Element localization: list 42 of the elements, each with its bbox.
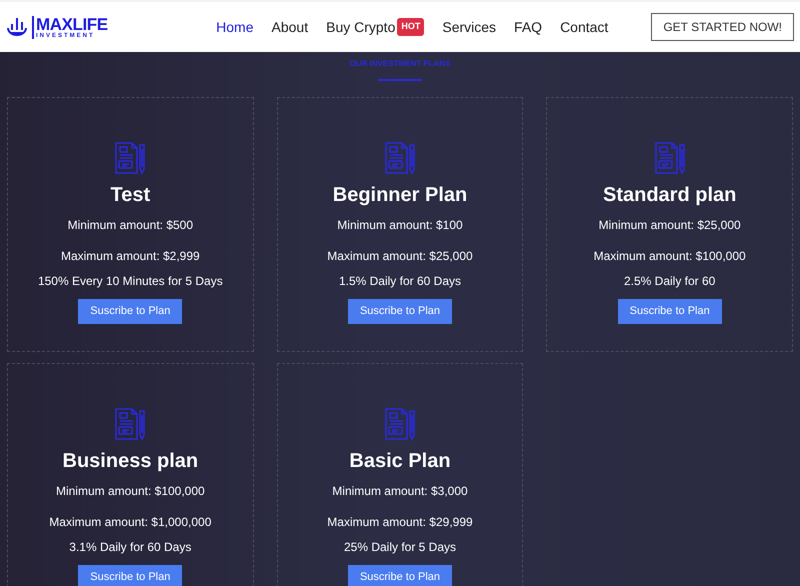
- hot-badge: HOT: [397, 18, 424, 36]
- get-started-button[interactable]: GET STARTED NOW!: [651, 13, 794, 41]
- nav-link[interactable]: Contact: [560, 16, 608, 38]
- logo-wordmark: MAXLIFE: [36, 16, 108, 32]
- nav-link[interactable]: Buy Crypto: [326, 16, 396, 38]
- nav-link[interactable]: Services: [442, 16, 496, 38]
- document-pen-icon: [113, 141, 148, 175]
- max-amount: Maximum amount: $2,999: [60, 248, 200, 265]
- document-pen-icon: [382, 141, 417, 175]
- plan-rate: 1.5% Daily for 60 Days: [338, 273, 462, 290]
- max-amount: Maximum amount: $25,000: [327, 248, 473, 265]
- plan-name: Business plan: [62, 449, 198, 474]
- subscribe-button[interactable]: Suscribe to Plan: [348, 299, 452, 324]
- nav-link[interactable]: About: [272, 16, 308, 38]
- max-amount: Maximum amount: $1,000,000: [49, 514, 212, 531]
- document-pen-icon: [113, 407, 148, 441]
- nav-link[interactable]: Home: [216, 16, 254, 38]
- min-amount: Minimum amount: $500: [68, 217, 194, 234]
- min-amount: Minimum amount: $3,000: [332, 483, 468, 500]
- min-amount: Minimum amount: $100: [337, 217, 463, 234]
- plan-rate: 150% Every 10 Minutes for 5 Days: [38, 273, 223, 290]
- plan-rate: 2.5% Daily for 60: [624, 273, 716, 290]
- subscribe-button[interactable]: Suscribe to Plan: [348, 565, 452, 586]
- document-pen-icon: [652, 141, 687, 175]
- plan-rate: 3.1% Daily for 60 Days: [69, 539, 192, 556]
- title-underline: [378, 79, 422, 81]
- plan-rate: 25% Daily for 5 Days: [344, 539, 456, 556]
- max-amount: Maximum amount: $100,000: [594, 248, 746, 265]
- subscribe-button[interactable]: Suscribe to Plan: [618, 299, 722, 324]
- min-amount: Minimum amount: $25,000: [598, 217, 741, 234]
- plan-name: Beginner Plan: [332, 183, 468, 208]
- logo-icon: [6, 16, 28, 38]
- subscribe-button[interactable]: Suscribe to Plan: [78, 565, 182, 586]
- plan-name: Basic Plan: [349, 449, 451, 474]
- max-amount: Maximum amount: $29,999: [327, 514, 473, 531]
- document-pen-icon: [382, 407, 417, 441]
- plan-name: Standard plan: [602, 183, 736, 208]
- plan-name: Test: [110, 183, 150, 208]
- section-title: OUR INVESTMENT PLANS: [350, 58, 450, 70]
- min-amount: Minimum amount: $100,000: [56, 483, 205, 500]
- subscribe-button[interactable]: Suscribe to Plan: [78, 299, 182, 324]
- nav-link[interactable]: FAQ: [514, 16, 542, 38]
